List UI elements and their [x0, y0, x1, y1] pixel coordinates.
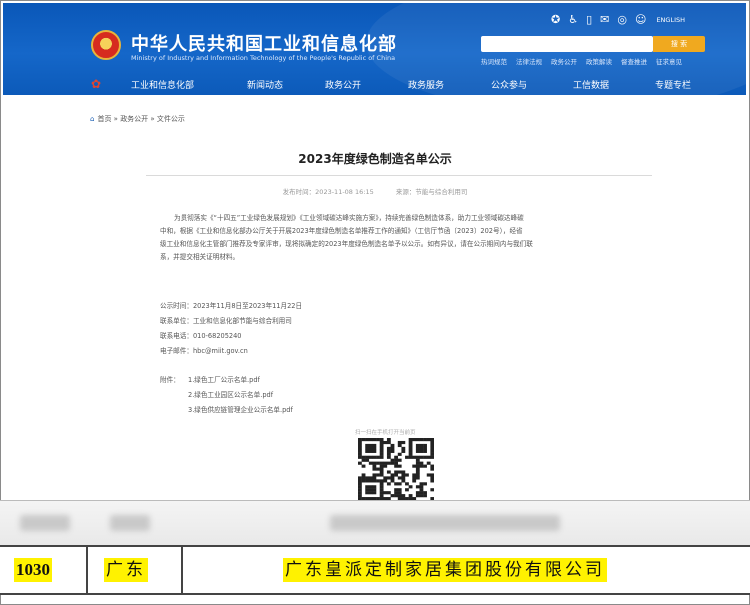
- english-link[interactable]: ENGLISH: [656, 16, 685, 24]
- nav-item[interactable]: 公众参与: [491, 78, 527, 91]
- hot-words: 热词规范 法律法规 政务公开 政策解读 督查推进 征求意见: [481, 56, 682, 66]
- attachment-link[interactable]: 2.绿色工业园区公示名单.pdf: [188, 389, 273, 399]
- site-header: 中华人民共和国工业和信息化部 Ministry of Industry and …: [3, 3, 746, 95]
- attachments-label: 附件：: [160, 376, 180, 384]
- article-paragraph: 为贯彻落实《“十四五”工业绿色发展规划》《工业领域碳达峰实施方案》，持续完善绿色…: [160, 212, 620, 264]
- blurred-cell: [20, 515, 70, 531]
- contact-unit: 联系单位：工业和信息化部节能与综合利用司: [160, 317, 292, 325]
- row-number: 1030: [14, 558, 52, 582]
- nav-item[interactable]: 新闻动态: [247, 78, 283, 91]
- main-nav: ✿ 工业和信息化部 新闻动态 政务公开 政务服务 公众参与 工信数据 专题专栏: [3, 73, 746, 95]
- row-company: 广东皇派定制家居集团股份有限公司: [283, 558, 607, 582]
- blurred-table-row: [0, 500, 750, 545]
- contact-phone: 联系电话：010-68205240: [160, 332, 242, 340]
- bookmark-icon[interactable]: ▯: [586, 14, 592, 26]
- hot-word-link[interactable]: 督查推进: [621, 56, 647, 66]
- wechat-icon[interactable]: ☺: [635, 14, 646, 26]
- breadcrumb-item[interactable]: 政务公开: [120, 115, 148, 123]
- weibo-icon[interactable]: ◎: [617, 14, 627, 26]
- attachment-link[interactable]: 3.绿色供应链管理企业公示名单.pdf: [188, 404, 293, 414]
- paragraph-line: 级工业和信息化主管部门推荐及专家评审，现将拟确定的2023年度绿色制造名单予以公…: [160, 240, 533, 248]
- hot-word-link[interactable]: 政策解读: [586, 56, 612, 66]
- home-icon[interactable]: ✿: [91, 77, 101, 91]
- article-meta: 发布时间：2023-11-08 16:15 来源：节能与综合利用司: [0, 186, 750, 196]
- site-subtitle: Ministry of Industry and Information Tec…: [131, 54, 396, 62]
- hot-word-link[interactable]: 法律法规: [516, 56, 542, 66]
- row-province: 广东: [104, 558, 148, 582]
- nav-item[interactable]: 政务公开: [325, 78, 361, 91]
- top-utility-bar: ✪ ♿ ▯ ✉ ◎ ☺ ENGLISH: [551, 14, 685, 26]
- blurred-cell: [110, 515, 150, 531]
- article-source: 来源：节能与综合利用司: [395, 188, 468, 196]
- paragraph-line: 为贯彻落实《“十四五”工业绿色发展规划》《工业领域碳达峰实施方案》，持续完善绿色…: [174, 214, 524, 222]
- title-divider: [146, 175, 652, 176]
- nav-item[interactable]: 专题专栏: [655, 78, 691, 91]
- breadcrumb-item[interactable]: 首页: [97, 115, 111, 123]
- hot-word-link[interactable]: 征求意见: [656, 56, 682, 66]
- nav-item[interactable]: 工业和信息化部: [131, 78, 194, 91]
- search-input[interactable]: [481, 36, 653, 52]
- qr-label: 扫一扫在手机打开当前页: [355, 430, 416, 436]
- nav-item[interactable]: 工信数据: [573, 78, 609, 91]
- mail-icon[interactable]: ✉: [600, 14, 609, 26]
- blurred-cell: [330, 515, 560, 531]
- article-title: 2023年度绿色制造名单公示: [298, 152, 452, 166]
- home-icon[interactable]: ⌂: [90, 115, 94, 123]
- nav-item[interactable]: 政务服务: [408, 78, 444, 91]
- contact-email: 电子邮件：hbc@miit.gov.cn: [160, 347, 248, 355]
- paragraph-line: 系，并提交相关证明材料。: [160, 253, 240, 261]
- breadcrumb-item[interactable]: 文件公示: [157, 115, 185, 123]
- breadcrumb: ⌂ 首页 » 政务公开 » 文件公示: [90, 115, 185, 123]
- paragraph-line: 中和，根据《工业和信息化部办公厅关于开展2023年度绿色制造名单推荐工作的通知》…: [160, 227, 523, 235]
- national-emblem-icon[interactable]: [91, 30, 121, 60]
- weibo-icon[interactable]: ✪: [551, 14, 560, 26]
- notice-period: 公示时间：2023年11月8日至2023年11月22日: [160, 302, 303, 310]
- publish-date: 发布时间：2023-11-08 16:15: [282, 188, 374, 196]
- search-button[interactable]: 搜 索: [653, 36, 705, 52]
- company-cell: 广东皇派定制家居集团股份有限公司: [183, 547, 746, 593]
- accessibility-icon[interactable]: ♿: [568, 14, 578, 26]
- hot-word-link[interactable]: 政务公开: [551, 56, 577, 66]
- hot-word-link[interactable]: 热词规范: [481, 56, 507, 66]
- table-row: 1030 广东 广东皇派定制家居集团股份有限公司: [0, 545, 750, 595]
- qr-code: [358, 438, 434, 500]
- province-cell: 广东: [88, 547, 183, 593]
- number-cell: 1030: [0, 547, 88, 593]
- site-title[interactable]: 中华人民共和国工业和信息化部: [131, 30, 397, 56]
- attachment-link[interactable]: 1.绿色工厂公示名单.pdf: [188, 374, 260, 384]
